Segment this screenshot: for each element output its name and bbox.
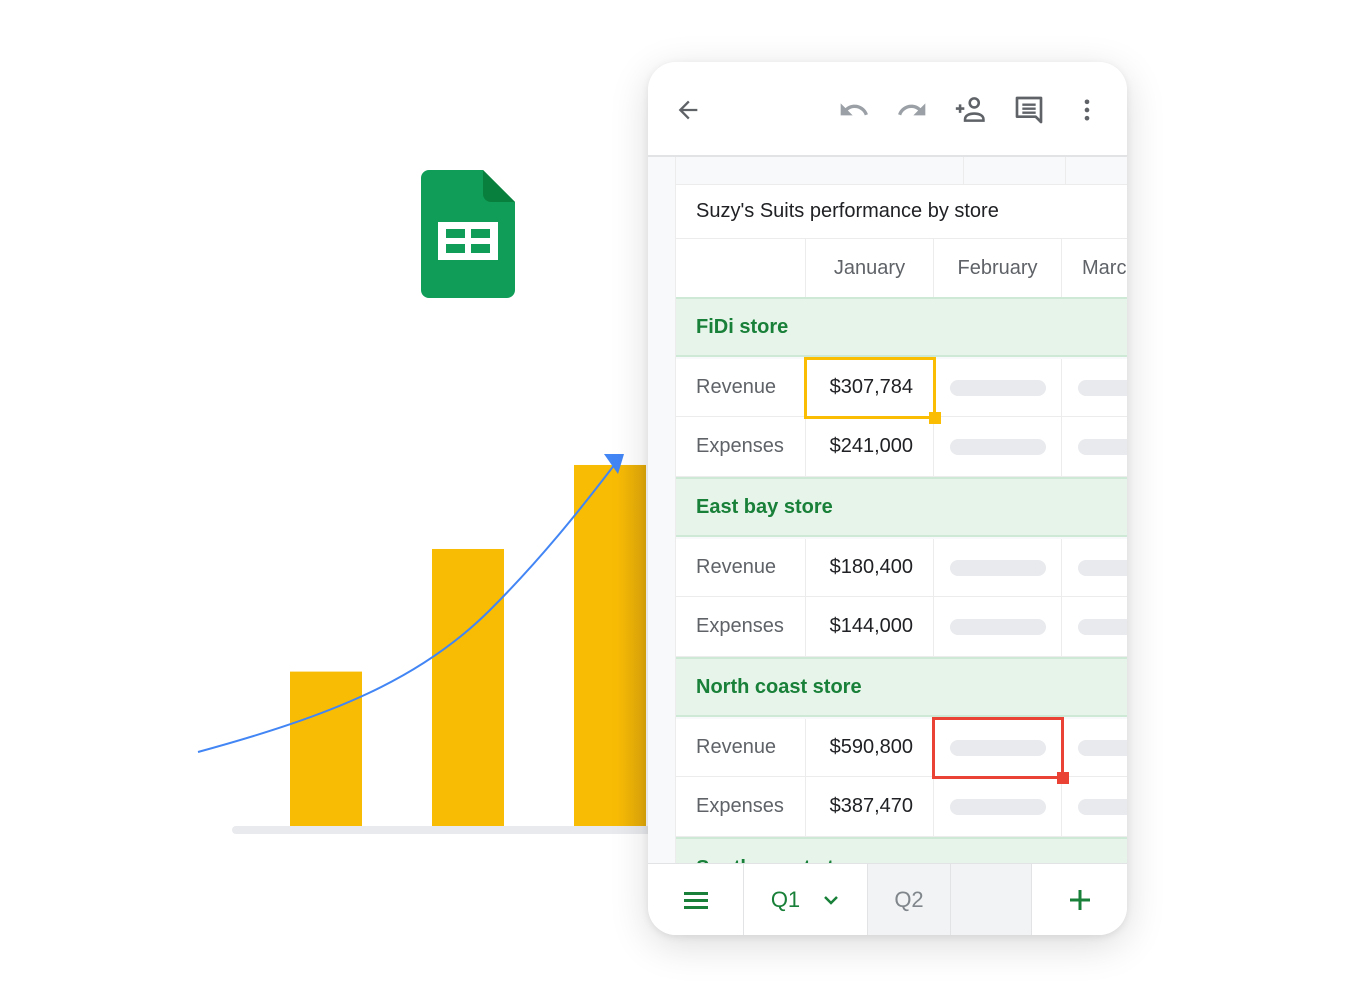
store-header-fidi[interactable]: FiDi store (676, 297, 1127, 357)
row-label-revenue[interactable]: Revenue (676, 719, 806, 777)
cell-fidi-expenses-january[interactable]: $241,000 (806, 417, 934, 477)
cell-eastbay-revenue-february[interactable] (934, 539, 1062, 597)
loading-placeholder (1078, 438, 1127, 455)
cell-northcoast-revenue-march[interactable] (1062, 719, 1127, 777)
loading-placeholder (950, 379, 1046, 396)
row-label-expenses[interactable]: Expenses (676, 417, 806, 477)
cell-northcoast-expenses-march[interactable] (1062, 777, 1127, 837)
undo-button[interactable] (834, 90, 874, 130)
person-add-icon (955, 97, 985, 122)
sheet-tab-empty (951, 864, 1032, 935)
arrow-back-icon (678, 100, 698, 120)
chart-baseline (232, 826, 652, 834)
sheet-title-cell[interactable]: Suzy's Suits performance by store (676, 185, 1127, 239)
cell-eastbay-revenue-january[interactable]: $180,400 (806, 539, 934, 597)
cell-fidi-revenue-march[interactable] (1062, 359, 1127, 417)
more-options-button[interactable] (1067, 90, 1107, 130)
sheet-tab-label: Q1 (770, 886, 801, 912)
loading-placeholder (1078, 618, 1127, 635)
add-sheet-button[interactable] (1032, 864, 1127, 935)
redo-icon (898, 103, 926, 116)
empty-header-cell[interactable] (676, 239, 806, 299)
row-label-revenue[interactable]: Revenue (676, 359, 806, 417)
column-header-strip (676, 157, 1127, 185)
row-label-expenses[interactable]: Expenses (676, 597, 806, 657)
more-vert-icon (1084, 99, 1090, 121)
cell-northcoast-expenses-february[interactable] (934, 777, 1062, 837)
chart-bar-3 (574, 464, 646, 826)
month-header-march[interactable]: Marc (1062, 239, 1127, 299)
sheets-mobile-app: Suzy's Suits performance by store Januar… (648, 62, 1127, 935)
month-header-january[interactable]: January (806, 239, 934, 299)
sheet-tab-q2[interactable]: Q2 (868, 864, 951, 935)
cell-northcoast-revenue-february[interactable] (934, 719, 1062, 777)
loading-placeholder (1078, 739, 1127, 756)
loading-placeholder (1078, 559, 1127, 576)
chart-bar-2 (432, 548, 504, 826)
row-header-gutter (648, 157, 676, 865)
loading-placeholder (950, 798, 1046, 815)
chart-bar-1 (290, 671, 362, 826)
row-label-expenses[interactable]: Expenses (676, 777, 806, 837)
comment-icon (1015, 96, 1043, 124)
share-button[interactable] (950, 90, 990, 130)
top-app-bar (648, 62, 1127, 157)
sheet-tabs-bar: Q1 Q2 (648, 863, 1127, 935)
store-header-south-coast[interactable]: South coast store (676, 837, 1127, 865)
plus-icon (1069, 889, 1090, 910)
cell-northcoast-expenses-january[interactable]: $387,470 (806, 777, 934, 837)
loading-placeholder (950, 559, 1046, 576)
cell-fidi-revenue-january[interactable]: $307,784 (806, 359, 934, 417)
spreadsheet-grid[interactable]: Suzy's Suits performance by store Januar… (648, 157, 1127, 865)
redo-button[interactable] (892, 90, 932, 130)
month-header-february[interactable]: February (934, 239, 1062, 299)
comments-button[interactable] (1009, 90, 1049, 130)
row-label-revenue[interactable]: Revenue (676, 539, 806, 597)
all-sheets-menu-button[interactable] (648, 864, 744, 935)
trend-arrow-line (197, 463, 616, 753)
back-button[interactable] (668, 90, 708, 130)
loading-placeholder (1078, 379, 1127, 396)
cell-fidi-expenses-february[interactable] (934, 417, 1062, 477)
cell-fidi-expenses-march[interactable] (1062, 417, 1127, 477)
chevron-down-icon[interactable] (822, 893, 840, 907)
store-header-north-coast[interactable]: North coast store (676, 657, 1127, 717)
cell-fidi-revenue-february[interactable] (934, 359, 1062, 417)
google-sheets-icon (421, 170, 515, 298)
growth-bar-chart (197, 454, 652, 834)
cell-eastbay-expenses-march[interactable] (1062, 597, 1127, 657)
sheet-tab-q1[interactable]: Q1 (744, 864, 868, 935)
loading-placeholder (950, 438, 1046, 455)
cell-northcoast-revenue-january[interactable]: $590,800 (806, 719, 934, 777)
loading-placeholder (950, 739, 1046, 756)
menu-icon (683, 891, 708, 909)
undo-icon (840, 103, 868, 116)
cell-eastbay-revenue-march[interactable] (1062, 539, 1127, 597)
loading-placeholder (1078, 798, 1127, 815)
loading-placeholder (950, 618, 1046, 635)
store-header-east-bay[interactable]: East bay store (676, 477, 1127, 537)
cell-eastbay-expenses-january[interactable]: $144,000 (806, 597, 934, 657)
cell-eastbay-expenses-february[interactable] (934, 597, 1062, 657)
